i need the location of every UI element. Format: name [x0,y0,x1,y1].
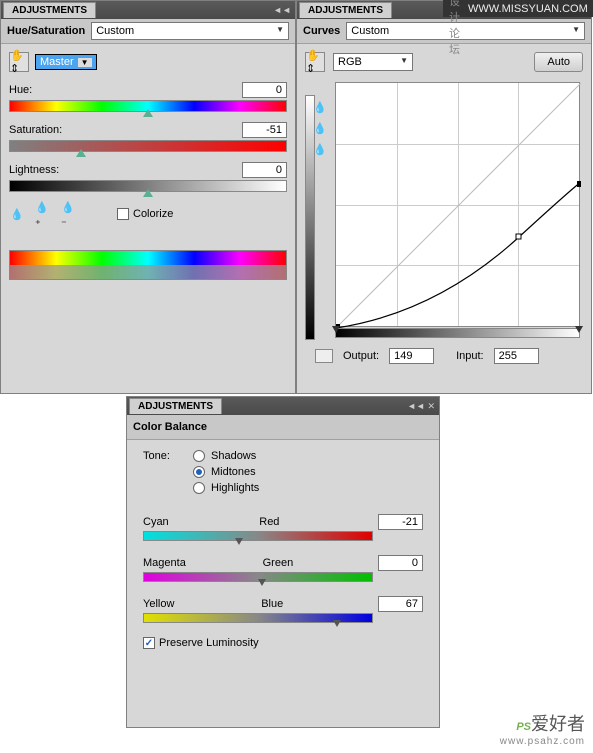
midtones-label: Midtones [211,466,256,478]
curves-panel: ADJUSTMENTS ◄◄ Curves Custom ✋⇕ RGB Auto… [296,0,592,394]
eyedropper-white-icon[interactable]: 💧 [313,143,327,156]
radio-highlights[interactable] [193,482,205,494]
tabbar: ADJUSTMENTS ◄◄ [1,1,295,19]
targeted-adjust-icon[interactable]: ✋⇕ [9,52,29,72]
yellow-label: Yellow [143,598,174,610]
tabbar: ADJUSTMENTS ◄◄ [127,397,439,415]
hue-input[interactable]: 0 [242,82,287,98]
saturation-input[interactable]: -51 [242,122,287,138]
input-gradient[interactable] [335,328,580,338]
tab-adjustments[interactable]: ADJUSTMENTS [299,2,392,18]
panel-title: Curves [303,25,340,37]
subheader: Color Balance [127,415,439,440]
panel-close-icon[interactable]: ◄◄ [407,401,435,412]
eyedropper-black-icon[interactable]: 💧 [313,101,327,114]
colorize-checkbox[interactable] [117,208,129,220]
preset-dropdown[interactable]: Custom [346,22,585,40]
preserve-luminosity-checkbox[interactable]: ✓ [143,637,155,649]
eyedropper-sub-icon[interactable]: 💧₋ [61,206,77,222]
magenta-label: Magenta [143,557,186,569]
watermark-top: 思缘设计论坛WWW.MISSYUAN.COM [443,0,593,17]
saturation-label: Saturation: [9,124,62,136]
hue-sat-panel: ADJUSTMENTS ◄◄ Hue/Saturation Custom ✋⇕ … [0,0,296,394]
panel-collapse-icon[interactable]: ◄◄ [273,5,291,15]
output-label: Output: [343,350,379,362]
tone-label: Tone: [143,450,179,498]
radio-shadows[interactable] [193,450,205,462]
highlights-label: Highlights [211,482,259,494]
channel-dropdown[interactable]: RGB [333,53,413,71]
curve-grid[interactable] [335,82,580,327]
cyan-label: Cyan [143,516,169,528]
tab-adjustments[interactable]: ADJUSTMENTS [129,398,222,414]
yellow-blue-slider[interactable] [143,613,373,623]
histogram-icon[interactable] [315,349,333,363]
yellow-blue-input[interactable]: 67 [378,596,423,612]
color-balance-panel: ADJUSTMENTS ◄◄ Color Balance Tone: Shado… [126,396,440,728]
cyan-red-slider[interactable] [143,531,373,541]
preset-dropdown[interactable]: Custom [91,22,289,40]
hue-slider[interactable] [9,100,287,112]
red-label: Red [259,516,279,528]
targeted-adjust-icon[interactable]: ✋⇕ [305,52,325,72]
panel-title: Color Balance [133,421,207,433]
magenta-green-slider[interactable] [143,572,373,582]
cyan-red-input[interactable]: -21 [378,514,423,530]
green-label: Green [263,557,294,569]
shadows-label: Shadows [211,450,256,462]
input-input[interactable]: 255 [494,348,539,364]
lightness-slider[interactable] [9,180,287,192]
subheader: Hue/Saturation Custom [1,19,295,44]
watermark-bottom: PS爱好者 www.psahz.com [500,710,585,747]
input-label: Input: [456,350,484,362]
tab-adjustments[interactable]: ADJUSTMENTS [3,2,96,18]
lightness-input[interactable]: 0 [242,162,287,178]
range-spectrum[interactable] [9,250,287,280]
eyedropper-icon[interactable]: 💧 [9,206,25,222]
hue-label: Hue: [9,84,32,96]
colorize-label: Colorize [133,208,173,220]
eyedropper-gray-icon[interactable]: 💧 [313,122,327,135]
saturation-slider[interactable] [9,140,287,152]
blue-label: Blue [261,598,283,610]
preserve-luminosity-label: Preserve Luminosity [159,637,259,649]
eyedropper-add-icon[interactable]: 💧₊ [35,206,51,222]
auto-button[interactable]: Auto [534,52,583,72]
channel-dropdown[interactable]: Master▼ [35,54,97,70]
panel-title: Hue/Saturation [7,25,85,37]
lightness-label: Lightness: [9,164,59,176]
output-input[interactable]: 149 [389,348,434,364]
subheader: Curves Custom [297,19,591,44]
radio-midtones[interactable] [193,466,205,478]
magenta-green-input[interactable]: 0 [378,555,423,571]
